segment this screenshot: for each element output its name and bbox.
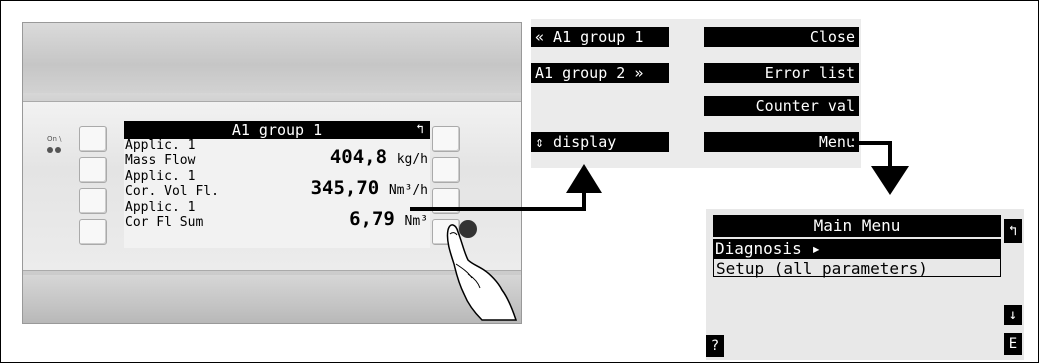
arrow-up-head [566,164,602,193]
arrow-down-head [871,166,909,195]
connector-arrows [410,141,909,211]
arrow-to-main-menu [852,141,892,168]
arrow-to-softkeys [410,190,586,211]
